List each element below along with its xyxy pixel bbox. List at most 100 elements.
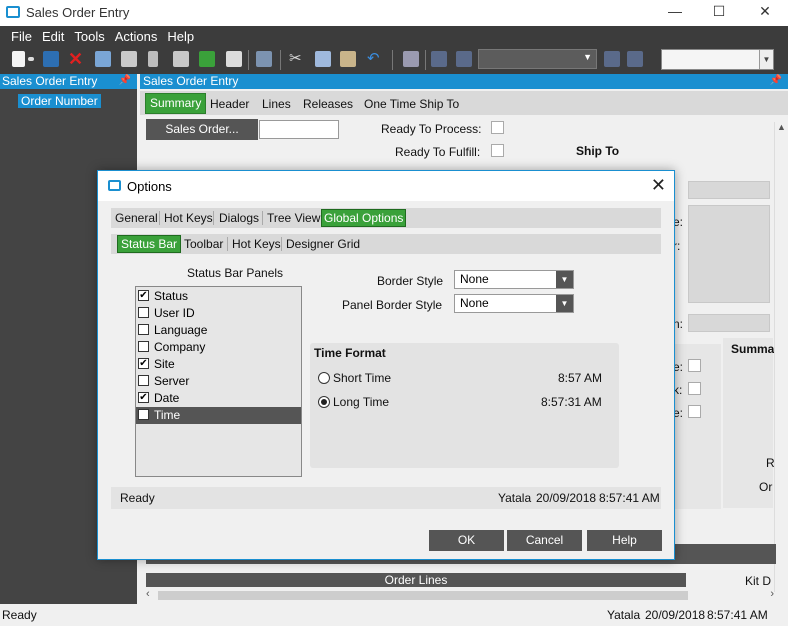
- long-time-label[interactable]: Long Time: [333, 395, 389, 409]
- status-bar-preview: Ready Yatala 20/09/2018 8:57:41 AM: [111, 487, 661, 509]
- tab-status-bar[interactable]: Status Bar: [117, 235, 182, 253]
- check-icon[interactable]: ✔: [138, 290, 149, 301]
- paste-icon[interactable]: [340, 51, 356, 67]
- panel-border-style-select[interactable]: None ▼: [454, 294, 574, 313]
- cancel-button[interactable]: Cancel: [507, 530, 582, 551]
- maximize-button[interactable]: ☐: [702, 2, 736, 22]
- close-button[interactable]: ✕: [748, 2, 782, 22]
- chevron-down-icon: ▼: [583, 52, 592, 62]
- toolbar-combo[interactable]: ▼: [661, 49, 774, 70]
- option-checkbox[interactable]: [688, 359, 701, 372]
- tab-dialogs[interactable]: Dialogs: [219, 210, 259, 226]
- sales-order-button[interactable]: Sales Order...: [146, 119, 258, 140]
- undo-icon[interactable]: ↶: [367, 51, 383, 67]
- help-button[interactable]: Help: [587, 530, 662, 551]
- panel-item-date[interactable]: ✔ Date: [136, 390, 301, 407]
- link-icon[interactable]: [148, 51, 158, 67]
- ready-to-fulfill-checkbox[interactable]: [491, 144, 504, 157]
- menu-tools[interactable]: Tools: [69, 26, 109, 44]
- minimize-button[interactable]: —: [658, 2, 692, 22]
- tab-toolbar[interactable]: Toolbar: [184, 236, 223, 252]
- menu-help[interactable]: Help: [162, 26, 199, 44]
- chevron-down-icon[interactable]: ▼: [556, 295, 573, 312]
- book-icon[interactable]: [95, 51, 111, 67]
- tab-tree-view[interactable]: Tree View: [267, 210, 320, 226]
- check-icon[interactable]: ✔: [138, 392, 149, 403]
- vertical-scrollbar[interactable]: ▲: [774, 122, 788, 592]
- checkbox[interactable]: [138, 341, 149, 352]
- chevron-down-icon[interactable]: ▼: [556, 271, 573, 288]
- dialog-title-bar: Options ✕: [98, 171, 674, 201]
- delete-icon[interactable]: ✕: [68, 50, 84, 68]
- tab-hot-keys[interactable]: Hot Keys: [164, 210, 213, 226]
- short-time-radio[interactable]: [318, 372, 330, 384]
- tab-releases[interactable]: Releases: [301, 95, 355, 113]
- tab-summary[interactable]: Summary: [145, 93, 207, 114]
- notes-icon[interactable]: [121, 51, 137, 67]
- dialog-app-icon: [108, 180, 121, 191]
- dialog-close-icon[interactable]: ✕: [651, 175, 666, 196]
- tab-lines[interactable]: Lines: [260, 95, 293, 113]
- print-icon[interactable]: [256, 51, 272, 67]
- scroll-up-icon[interactable]: ▲: [777, 122, 786, 132]
- panel-item-server[interactable]: Server: [136, 373, 301, 390]
- check-icon[interactable]: ✔: [138, 358, 149, 369]
- new-icon[interactable]: [12, 51, 25, 67]
- tab-designer-grid[interactable]: Designer Grid: [286, 236, 360, 252]
- pin-icon[interactable]: 📌: [770, 75, 782, 86]
- menu-file[interactable]: File: [6, 26, 37, 44]
- status-bar-panels-title: Status Bar Panels: [187, 266, 284, 280]
- ready-to-fulfill-label: Ready To Fulfill:: [395, 145, 481, 159]
- panel-item-user-id[interactable]: User ID: [136, 305, 301, 322]
- panel-item-time[interactable]: ✔ Time: [136, 407, 301, 424]
- scrollbar-thumb[interactable]: [158, 591, 688, 600]
- check-icon[interactable]: ✔: [138, 409, 149, 420]
- horizontal-scrollbar[interactable]: ‹ ›: [146, 588, 774, 602]
- tab-general[interactable]: General: [115, 210, 158, 226]
- panel-item-company[interactable]: Company: [136, 339, 301, 356]
- scroll-left-icon[interactable]: ‹: [146, 588, 150, 600]
- tree-item-order-number[interactable]: Order Number: [18, 94, 101, 108]
- sales-order-input[interactable]: [259, 120, 339, 139]
- scroll-right-icon[interactable]: ›: [770, 588, 774, 600]
- status-bar-panels-list[interactable]: ✔ Status User ID Language Company ✔ Site S…: [135, 286, 302, 477]
- next-record-icon[interactable]: [604, 51, 620, 67]
- border-style-select[interactable]: None ▼: [454, 270, 574, 289]
- checkbox[interactable]: [138, 307, 149, 318]
- panel-item-site[interactable]: ✔ Site: [136, 356, 301, 373]
- pin-icon[interactable]: 📌: [119, 75, 131, 86]
- long-time-radio[interactable]: [318, 396, 330, 408]
- checkbox[interactable]: [138, 324, 149, 335]
- previous-record-icon[interactable]: [456, 51, 472, 67]
- tab-one-time-ship-to[interactable]: One Time Ship To: [362, 95, 461, 113]
- option-checkbox[interactable]: [688, 405, 701, 418]
- new-dropdown-icon[interactable]: [28, 57, 34, 61]
- cut-icon[interactable]: ✂: [289, 51, 305, 67]
- ok-button[interactable]: OK: [429, 530, 504, 551]
- ship-to-field[interactable]: [688, 181, 770, 199]
- short-time-label[interactable]: Short Time: [333, 371, 391, 385]
- first-record-icon[interactable]: [431, 51, 447, 67]
- tab-header[interactable]: Header: [208, 95, 251, 113]
- panel-item-language[interactable]: Language: [136, 322, 301, 339]
- record-selector[interactable]: ▼: [478, 49, 597, 69]
- order-lines-header: Order Lines: [146, 573, 686, 587]
- last-record-icon[interactable]: [627, 51, 643, 67]
- eraser-icon[interactable]: [226, 51, 242, 67]
- search-icon[interactable]: [403, 51, 419, 67]
- menu-edit[interactable]: Edit: [37, 26, 69, 44]
- copy-icon[interactable]: [315, 51, 331, 67]
- menu-actions[interactable]: Actions: [110, 26, 163, 44]
- preview-user: Yatala: [498, 491, 532, 505]
- tab-hot-keys[interactable]: Hot Keys: [232, 236, 281, 252]
- refresh-icon[interactable]: [199, 51, 215, 67]
- ready-to-process-checkbox[interactable]: [491, 121, 504, 134]
- panel-item-status[interactable]: ✔ Status: [136, 288, 301, 305]
- checkbox[interactable]: [138, 375, 149, 386]
- ship-to-address[interactable]: [688, 205, 770, 303]
- option-checkbox[interactable]: [688, 382, 701, 395]
- attach-icon[interactable]: [173, 51, 189, 67]
- ship-to-field-2[interactable]: [688, 314, 770, 332]
- tab-global-options[interactable]: Global Options: [321, 209, 407, 227]
- save-icon[interactable]: [43, 51, 59, 67]
